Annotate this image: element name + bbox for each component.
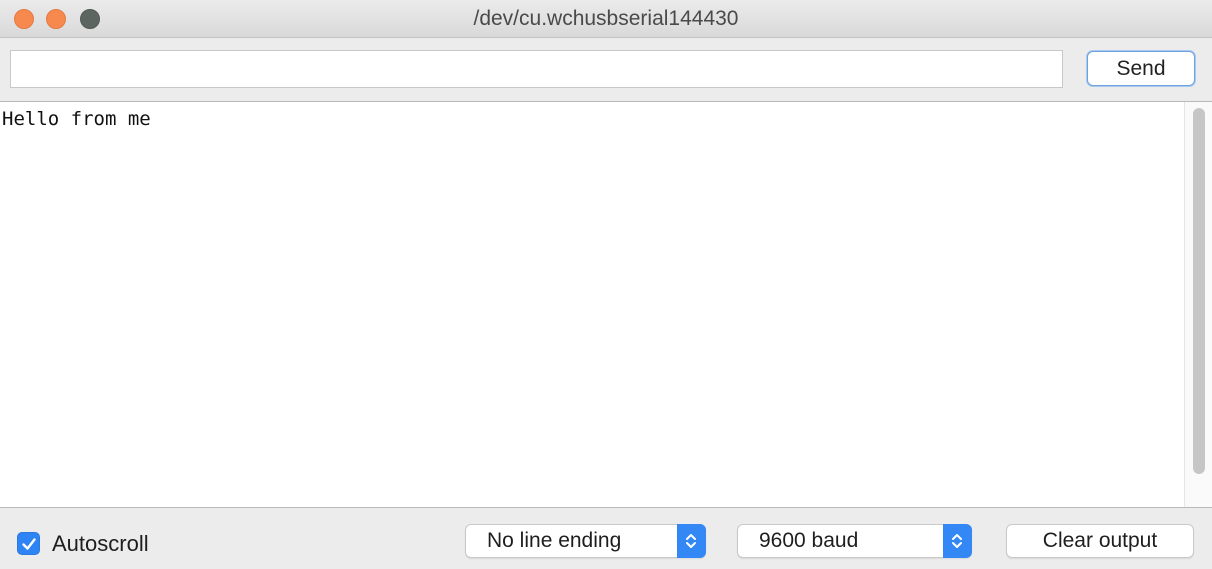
window-title: /dev/cu.wchusbserial144430 <box>473 7 739 30</box>
serial-monitor-window: /dev/cu.wchusbserial144430 Send Hello fr… <box>0 0 1212 569</box>
chevron-up-down-icon <box>686 534 696 548</box>
autoscroll-label[interactable]: Autoscroll <box>52 531 149 557</box>
baud-rate-select[interactable]: 9600 baud <box>737 524 972 558</box>
line-ending-stepper <box>677 524 706 558</box>
clear-output-button[interactable]: Clear output <box>1006 524 1194 558</box>
serial-output-text: Hello from me <box>2 108 151 130</box>
checkmark-icon <box>22 538 36 550</box>
baud-rate-stepper <box>943 524 972 558</box>
scrollbar-thumb[interactable] <box>1193 108 1205 474</box>
line-ending-select[interactable]: No line ending <box>465 524 706 558</box>
title-bar[interactable]: /dev/cu.wchusbserial144430 <box>0 0 1212 38</box>
vertical-scrollbar[interactable] <box>1184 102 1212 507</box>
serial-output-area[interactable]: Hello from me <box>0 101 1212 508</box>
chevron-up-down-icon <box>952 534 962 548</box>
send-button[interactable]: Send <box>1087 51 1195 86</box>
baud-rate-selected-value: 9600 baud <box>759 529 859 552</box>
autoscroll-checkbox[interactable] <box>17 532 40 555</box>
send-input[interactable] <box>10 50 1063 88</box>
line-ending-selected-value: No line ending <box>487 529 622 552</box>
